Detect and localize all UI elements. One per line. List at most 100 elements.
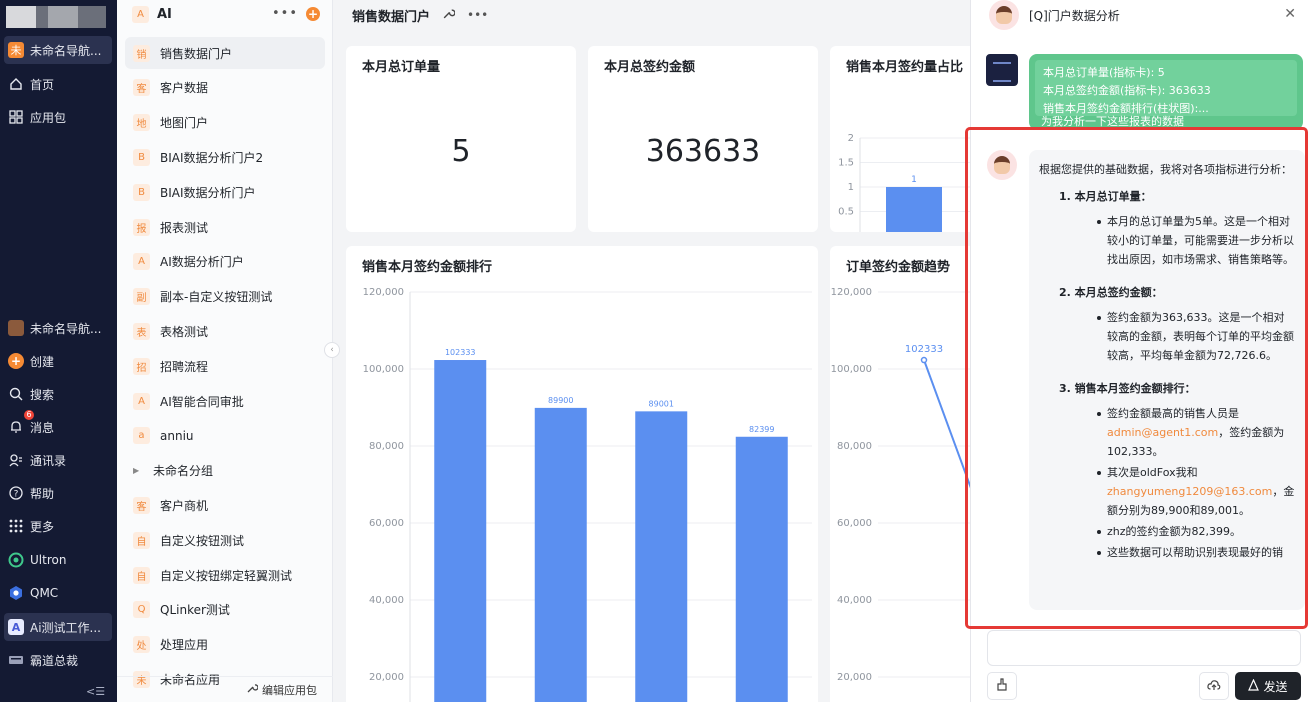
nav-item-help[interactable]: ? 帮助 bbox=[4, 479, 112, 507]
menu-item-label: 报表测试 bbox=[160, 220, 209, 235]
nav-item-workspace-2[interactable]: 未命名导航... bbox=[4, 314, 112, 342]
nav-item-label: Ultron bbox=[30, 553, 67, 567]
add-icon[interactable]: + bbox=[306, 7, 320, 21]
menu-item[interactable]: 客客户数据 bbox=[125, 72, 325, 104]
y-tick-label: 1.5 bbox=[838, 158, 854, 169]
email-link[interactable]: zhangyumeng1209@163.com bbox=[1107, 485, 1272, 498]
menu-item[interactable]: A AI数据分析门户 bbox=[125, 246, 325, 278]
y-tick-label: 40,000 bbox=[369, 595, 404, 606]
card-title: 本月总签约金额 bbox=[604, 60, 696, 75]
more-options-icon[interactable]: ••• bbox=[272, 6, 298, 21]
menu-item[interactable]: B BIAI数据分析门户2 bbox=[125, 141, 325, 173]
app-icon: 自 bbox=[133, 566, 150, 584]
app-icon: a bbox=[133, 427, 150, 445]
menu-item[interactable]: 自自定义按钮绑定轻翼测试 bbox=[125, 559, 325, 591]
upload-button[interactable] bbox=[1199, 672, 1229, 700]
app-root: 未 未命名导航... 首页 应用包 未命名导航... + 创建 搜索 6 消息 … bbox=[0, 0, 1310, 702]
dashboard: 销售数据门户 ••• 本月总订单量 5 本月总签约金额 363633 销售本月签… bbox=[334, 0, 970, 702]
chart-card-ranking: 销售本月签约金额排行 20,000 40,000 60,000 80,000 100,0… bbox=[346, 246, 818, 702]
nav-item-label: 通讯录 bbox=[30, 453, 67, 468]
menu-item[interactable]: a anniu bbox=[125, 420, 325, 452]
bot-intro: 根据您提供的基础数据，我将对各项指标进行分析： bbox=[1039, 163, 1292, 176]
menu-item[interactable]: B BIAI数据分析门户 bbox=[125, 176, 325, 208]
wrench-icon[interactable] bbox=[442, 7, 456, 23]
menu-item-label: AI数据分析门户 bbox=[160, 255, 244, 270]
search-icon bbox=[8, 386, 24, 402]
nav-item-ultron[interactable]: Ultron bbox=[4, 546, 112, 574]
menu-item[interactable]: 招招聘流程 bbox=[125, 350, 325, 382]
menu-item[interactable]: 报报表测试 bbox=[125, 211, 325, 243]
nav-item-qmc[interactable]: QMC bbox=[4, 579, 112, 607]
global-nav: 未 未命名导航... 首页 应用包 未命名导航... + 创建 搜索 6 消息 … bbox=[0, 0, 117, 702]
cloud-upload-icon bbox=[1207, 679, 1221, 694]
y-tick-label: 1 bbox=[848, 182, 854, 193]
nav-item-home[interactable]: 首页 bbox=[4, 70, 112, 98]
collapse-menu-button[interactable]: ‹ bbox=[324, 342, 340, 358]
series-line bbox=[923, 359, 970, 489]
app-icon: B bbox=[133, 183, 150, 201]
nav-item-label: 霸道总裁 bbox=[30, 653, 79, 668]
nav-item-app-packages[interactable]: 应用包 bbox=[4, 103, 112, 131]
bar bbox=[886, 187, 942, 232]
send-button[interactable]: 发送 bbox=[1235, 672, 1301, 700]
nav-item-label: 消息 bbox=[30, 420, 55, 435]
menu-item[interactable]: 表表格测试 bbox=[125, 315, 325, 347]
nav-item-boss[interactable]: 霸道总裁 bbox=[4, 646, 112, 674]
nav-item-label: Ai测试工作... bbox=[30, 620, 101, 635]
contacts-icon bbox=[8, 452, 24, 468]
grid-icon bbox=[8, 109, 24, 125]
bullet-item: 本月的总订单量为5单。这是一个相对较小的订单量，可能需要进一步分析以找出原因，如… bbox=[1039, 212, 1295, 269]
nav-item-label: 搜索 bbox=[30, 387, 55, 402]
menu-item[interactable]: ▶ 未命名分组 bbox=[125, 455, 325, 487]
app-icon: 客 bbox=[133, 79, 150, 97]
broom-icon bbox=[996, 678, 1008, 694]
ai-chat-panel: [Q]门户数据分析 ✕ 本月总订单量(指标卡): 5 本月总签约金额(指标卡):… bbox=[970, 0, 1310, 702]
bar bbox=[735, 436, 788, 702]
kpi-value: 5 bbox=[451, 134, 471, 169]
nav-item-contacts[interactable]: 通讯录 bbox=[4, 446, 112, 474]
app-icon: 表 bbox=[133, 322, 150, 340]
nav-item-search[interactable]: 搜索 bbox=[4, 380, 112, 408]
bullet-item: 签约金额最高的销售人员是admin@agent1.com，签约金额为102,33… bbox=[1039, 404, 1295, 461]
y-tick-label: 80,000 bbox=[837, 441, 872, 452]
menu-item[interactable]: 客客户商机 bbox=[125, 489, 325, 521]
menu-item[interactable]: Q QLinker测试 bbox=[125, 594, 325, 626]
section-title: 3. 销售本月签约金额排行： bbox=[1059, 382, 1196, 395]
chat-input[interactable] bbox=[987, 630, 1301, 666]
collapse-nav-button[interactable]: <☰ bbox=[86, 685, 105, 698]
bar bbox=[534, 407, 587, 702]
app-icon: A bbox=[132, 5, 149, 23]
email-link[interactable]: admin@agent1.com bbox=[1107, 426, 1218, 439]
nav-item-workspace[interactable]: 未 未命名导航... bbox=[4, 36, 112, 64]
edit-app-package-button[interactable]: 编辑应用包 bbox=[117, 676, 333, 702]
org-logo[interactable] bbox=[6, 6, 106, 28]
bot-avatar bbox=[989, 0, 1019, 30]
nav-item-messages[interactable]: 6 消息 bbox=[4, 410, 112, 441]
nav-item-create[interactable]: + 创建 bbox=[4, 347, 112, 375]
user-message-line: 本月总订单量(指标卡): 5 bbox=[1043, 66, 1165, 79]
data-point bbox=[920, 356, 928, 364]
app-icon: 处 bbox=[133, 636, 150, 654]
menu-item[interactable]: 自自定义按钮测试 bbox=[125, 524, 325, 556]
app-title: AI bbox=[157, 6, 172, 22]
menu-item[interactable]: A AI智能合同审批 bbox=[125, 385, 325, 417]
more-options-icon[interactable]: ••• bbox=[467, 8, 488, 22]
bullet-item: 其次是oldFox我和zhangyumeng1209@163.com，金额分别为… bbox=[1039, 463, 1295, 520]
nav-item-label: 更多 bbox=[30, 519, 55, 534]
kpi-value: 363633 bbox=[645, 134, 761, 169]
nav-item-ai-workspace[interactable]: A Ai测试工作... bbox=[4, 613, 112, 641]
ratio-chart: 00.511.521admin@agent1.com bbox=[838, 133, 970, 232]
menu-item[interactable]: 地地图门户 bbox=[125, 107, 325, 139]
clear-chat-button[interactable] bbox=[987, 672, 1017, 700]
menu-item-label: 地图门户 bbox=[160, 116, 209, 131]
bell-icon bbox=[8, 419, 24, 435]
menu-item-label: 自定义按钮测试 bbox=[160, 533, 245, 548]
menu-item-label: BIAI数据分析门户2 bbox=[160, 150, 264, 165]
close-icon[interactable]: ✕ bbox=[1284, 6, 1296, 22]
menu-item[interactable]: 销销售数据门户 bbox=[125, 37, 325, 69]
menu-item[interactable]: 处处理应用 bbox=[125, 629, 325, 661]
menu-item[interactable]: 副副本-自定义按钮测试 bbox=[125, 281, 325, 313]
nav-item-more[interactable]: 更多 bbox=[4, 512, 112, 540]
crown-icon bbox=[8, 652, 24, 668]
bullet-item: 这些数据可以帮助识别表现最好的销 bbox=[1039, 543, 1295, 562]
